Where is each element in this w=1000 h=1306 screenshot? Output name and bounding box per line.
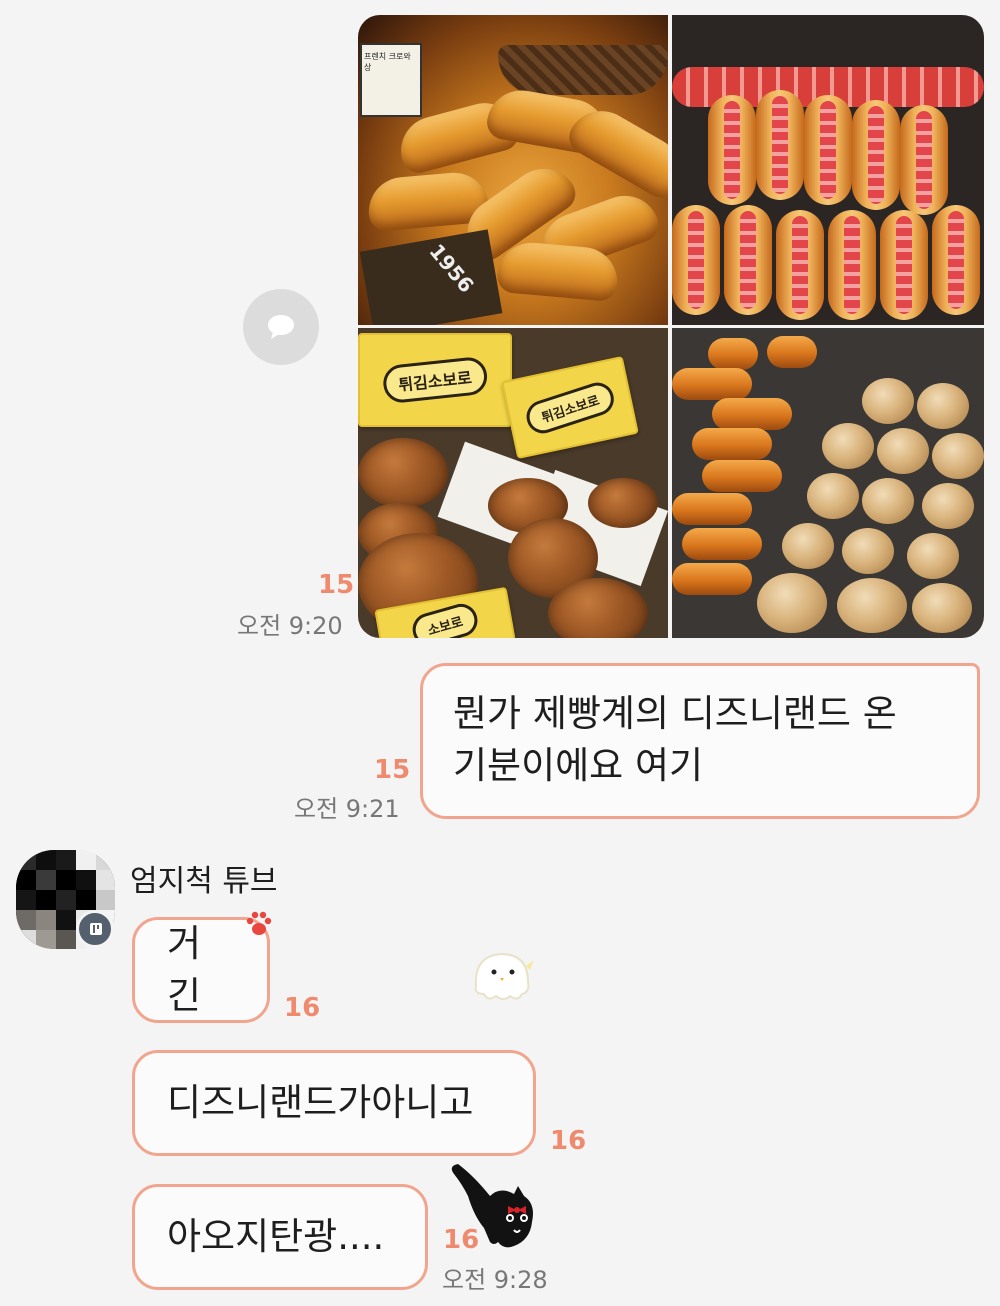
assorted-breads-photo[interactable] [672,328,984,638]
sausage-bun [708,95,756,205]
almond-bread [917,383,969,429]
ghost-chick-icon [474,952,534,1000]
almond-bread [837,578,907,633]
read-count: 15 [318,570,355,600]
fried-soboro-photo[interactable]: 튀김소보로 튀김소보로 소보로 [358,328,668,638]
soboro-bag-label: 튀김소보로 [381,355,489,405]
their-message-bubble[interactable]: 아오지탄광.... [132,1184,428,1290]
bread-roll [672,493,752,525]
soboro-bag-label: 소보로 [408,600,482,638]
sausage-bun [756,90,804,200]
sausage-bun [828,210,876,320]
their-message-bubble[interactable]: 디즈니랜드가아니고 [132,1050,536,1156]
almond-bread [822,423,874,469]
message-time: 오전 9:20 [237,612,343,640]
read-count: 16 [284,993,321,1023]
speech-bubble-icon [268,315,294,339]
almond-bread [842,528,894,574]
almond-bread [757,573,827,633]
message-line: 기분이에요 여기 [453,744,704,787]
bread-roll [682,528,762,560]
price-tag: 프렌치 크로와상 [360,43,422,117]
almond-bread [877,428,929,474]
message-text: 아오지탄광.... [167,1215,385,1258]
almond-bread [907,533,959,579]
paw-icon [246,911,272,935]
share-button[interactable] [243,289,319,365]
message-text: 디즈니랜드가아니고 [167,1081,474,1124]
sausage-bun [776,210,824,320]
bread-roll [767,336,817,368]
bread-roll [702,460,782,492]
message-time: 오전 9:21 [294,795,400,823]
soboro-bun [358,438,448,508]
almond-bread [932,433,984,479]
bread-roll [708,338,758,370]
almond-bread [912,583,972,633]
message-time: 오전 9:28 [442,1266,548,1294]
read-count: 16 [443,1225,480,1255]
soboro-bag: 튀김소보로 [501,355,639,460]
bread-roll [692,428,772,460]
soboro-bun [588,478,658,528]
sausage-bun [724,205,772,315]
sausage-bun [672,205,720,315]
sausage-bun [880,210,928,320]
profile-badge-icon [76,910,114,948]
bread-roll [672,368,752,400]
read-count: 15 [374,755,411,785]
bread-roll [672,563,752,595]
price-tag-text: 프렌치 크로와상 [364,52,411,72]
sausage-bun [804,95,852,205]
sausage-bun [900,105,948,215]
almond-bread [782,523,834,569]
almond-bread [807,473,859,519]
read-count: 16 [550,1126,587,1156]
basket [498,45,668,95]
soboro-bun [548,578,648,638]
almond-bread [922,483,974,529]
photo-grid[interactable]: 프렌치 크로와상 1956 튀김소보로 튀김소보로 소보로 [358,15,984,638]
sausage-bun [932,205,980,315]
sausage-bun [852,100,900,210]
message-line: 뭔가 제빵계의 디즈니랜드 온 [453,692,897,735]
croissant-photo[interactable]: 프렌치 크로와상 1956 [358,15,668,325]
sender-name: 엄지척 튜브 [130,864,278,899]
soboro-bag: 튀김소보로 [358,333,512,427]
soboro-bag-label: 튀김소보로 [522,377,618,438]
bag-text: 1956 [424,239,479,298]
almond-bread [862,478,914,524]
paper-bag: 1956 [359,229,503,325]
my-message-bubble[interactable]: 뭔가 제빵계의 디즈니랜드 온 기분이에요 여기 [420,663,980,819]
almond-bread [862,378,914,424]
message-text: 거긴 [167,922,202,1017]
sausage-bun-photo[interactable] [672,15,984,325]
bread-roll [712,398,792,430]
